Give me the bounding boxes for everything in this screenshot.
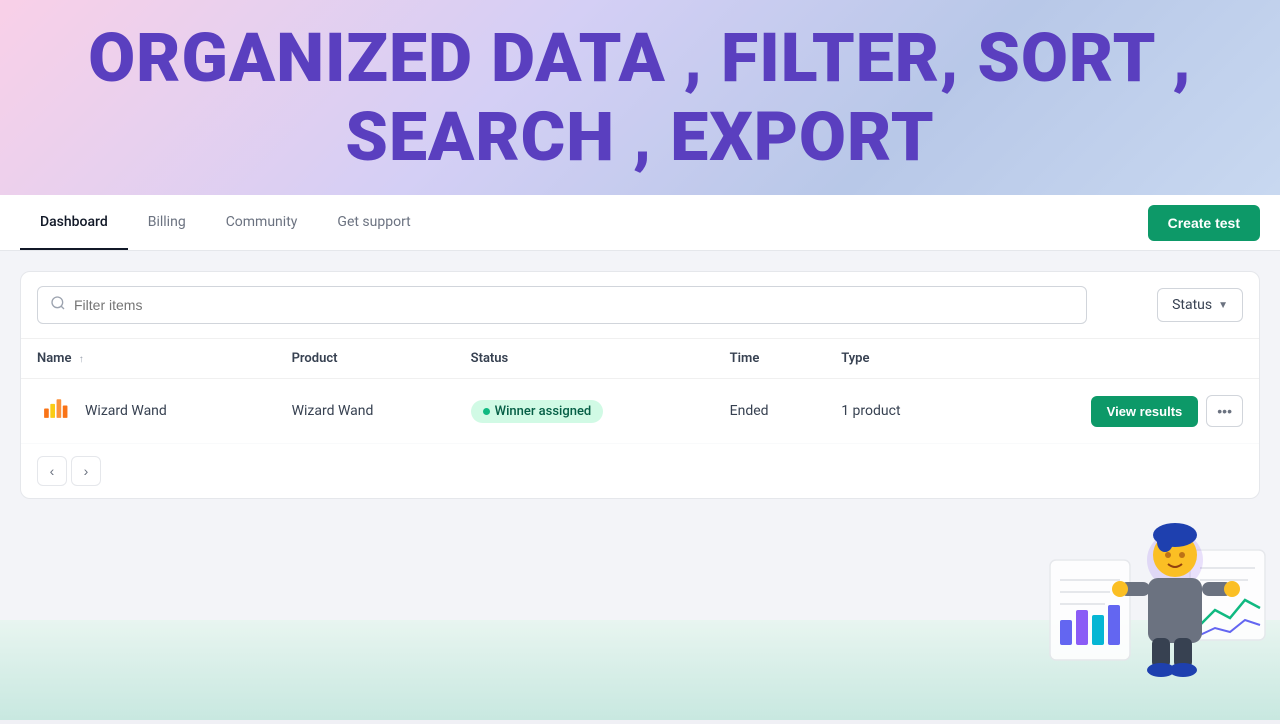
row-chart-icon	[37, 393, 73, 429]
status-dropdown[interactable]: Status ▼	[1157, 288, 1243, 322]
sort-icon: ↑	[79, 354, 84, 365]
hero-title: ORGANIZED DATA , FILTER, SORT , SEARCH ,…	[88, 19, 1192, 175]
search-input[interactable]	[74, 297, 1074, 313]
table-row: Wizard Wand Wizard Wand Winner assigned …	[21, 379, 1259, 444]
ellipsis-icon: •••	[1217, 403, 1232, 419]
pagination-next-button[interactable]: ›	[71, 456, 101, 486]
cell-name: Wizard Wand	[21, 379, 276, 444]
navbar: Dashboard Billing Community Get support …	[0, 195, 1280, 251]
table-container: Status ▼ Name ↑ Product Status	[20, 271, 1260, 499]
cell-actions: View results •••	[969, 379, 1259, 444]
bottom-decoration	[0, 620, 1280, 720]
tab-dashboard[interactable]: Dashboard	[20, 196, 128, 250]
column-product: Product	[276, 339, 455, 379]
cell-type: 1 product	[825, 379, 969, 444]
main-content: Dashboard Billing Community Get support …	[0, 195, 1280, 720]
column-type: Type	[825, 339, 969, 379]
chevron-right-icon: ›	[84, 463, 89, 479]
column-name[interactable]: Name ↑	[21, 339, 276, 379]
column-status: Status	[455, 339, 714, 379]
more-options-button[interactable]: •••	[1206, 395, 1243, 427]
hero-title-line1: ORGANIZED DATA , FILTER, SORT ,	[88, 19, 1192, 97]
status-badge: Winner assigned	[471, 400, 604, 423]
status-filter-label: Status	[1172, 297, 1212, 313]
pagination-prev-button[interactable]: ‹	[37, 456, 67, 486]
create-test-button[interactable]: Create test	[1148, 205, 1260, 241]
pagination: ‹ ›	[21, 444, 1259, 498]
chevron-down-icon: ▼	[1218, 300, 1228, 311]
cell-time: Ended	[714, 379, 826, 444]
hero-title-line2: SEARCH , EXPORT	[88, 98, 1192, 176]
row-product-text: Wizard Wand	[292, 403, 374, 419]
row-name-text: Wizard Wand	[85, 403, 167, 419]
tab-get-support[interactable]: Get support	[317, 196, 430, 250]
cell-status: Winner assigned	[455, 379, 714, 444]
cell-product: Wizard Wand	[276, 379, 455, 444]
table-header-row: Name ↑ Product Status Time Type	[21, 339, 1259, 379]
action-cell: View results •••	[985, 395, 1243, 427]
view-results-button[interactable]: View results	[1091, 396, 1199, 427]
tab-billing[interactable]: Billing	[128, 196, 206, 250]
row-type-text: 1 product	[841, 403, 900, 419]
search-input-wrapper[interactable]	[37, 286, 1087, 324]
chevron-left-icon: ‹	[50, 463, 55, 479]
tab-community[interactable]: Community	[206, 196, 318, 250]
column-time: Time	[714, 339, 826, 379]
status-text: Winner assigned	[495, 404, 592, 419]
nav-tabs: Dashboard Billing Community Get support	[20, 196, 1148, 250]
search-icon	[50, 295, 66, 315]
search-bar: Status ▼	[21, 272, 1259, 339]
row-time-text: Ended	[730, 403, 769, 419]
data-table: Name ↑ Product Status Time Type	[21, 339, 1259, 444]
status-dot-icon	[483, 408, 490, 415]
column-actions	[969, 339, 1259, 379]
hero-section: ORGANIZED DATA , FILTER, SORT , SEARCH ,…	[0, 0, 1280, 195]
